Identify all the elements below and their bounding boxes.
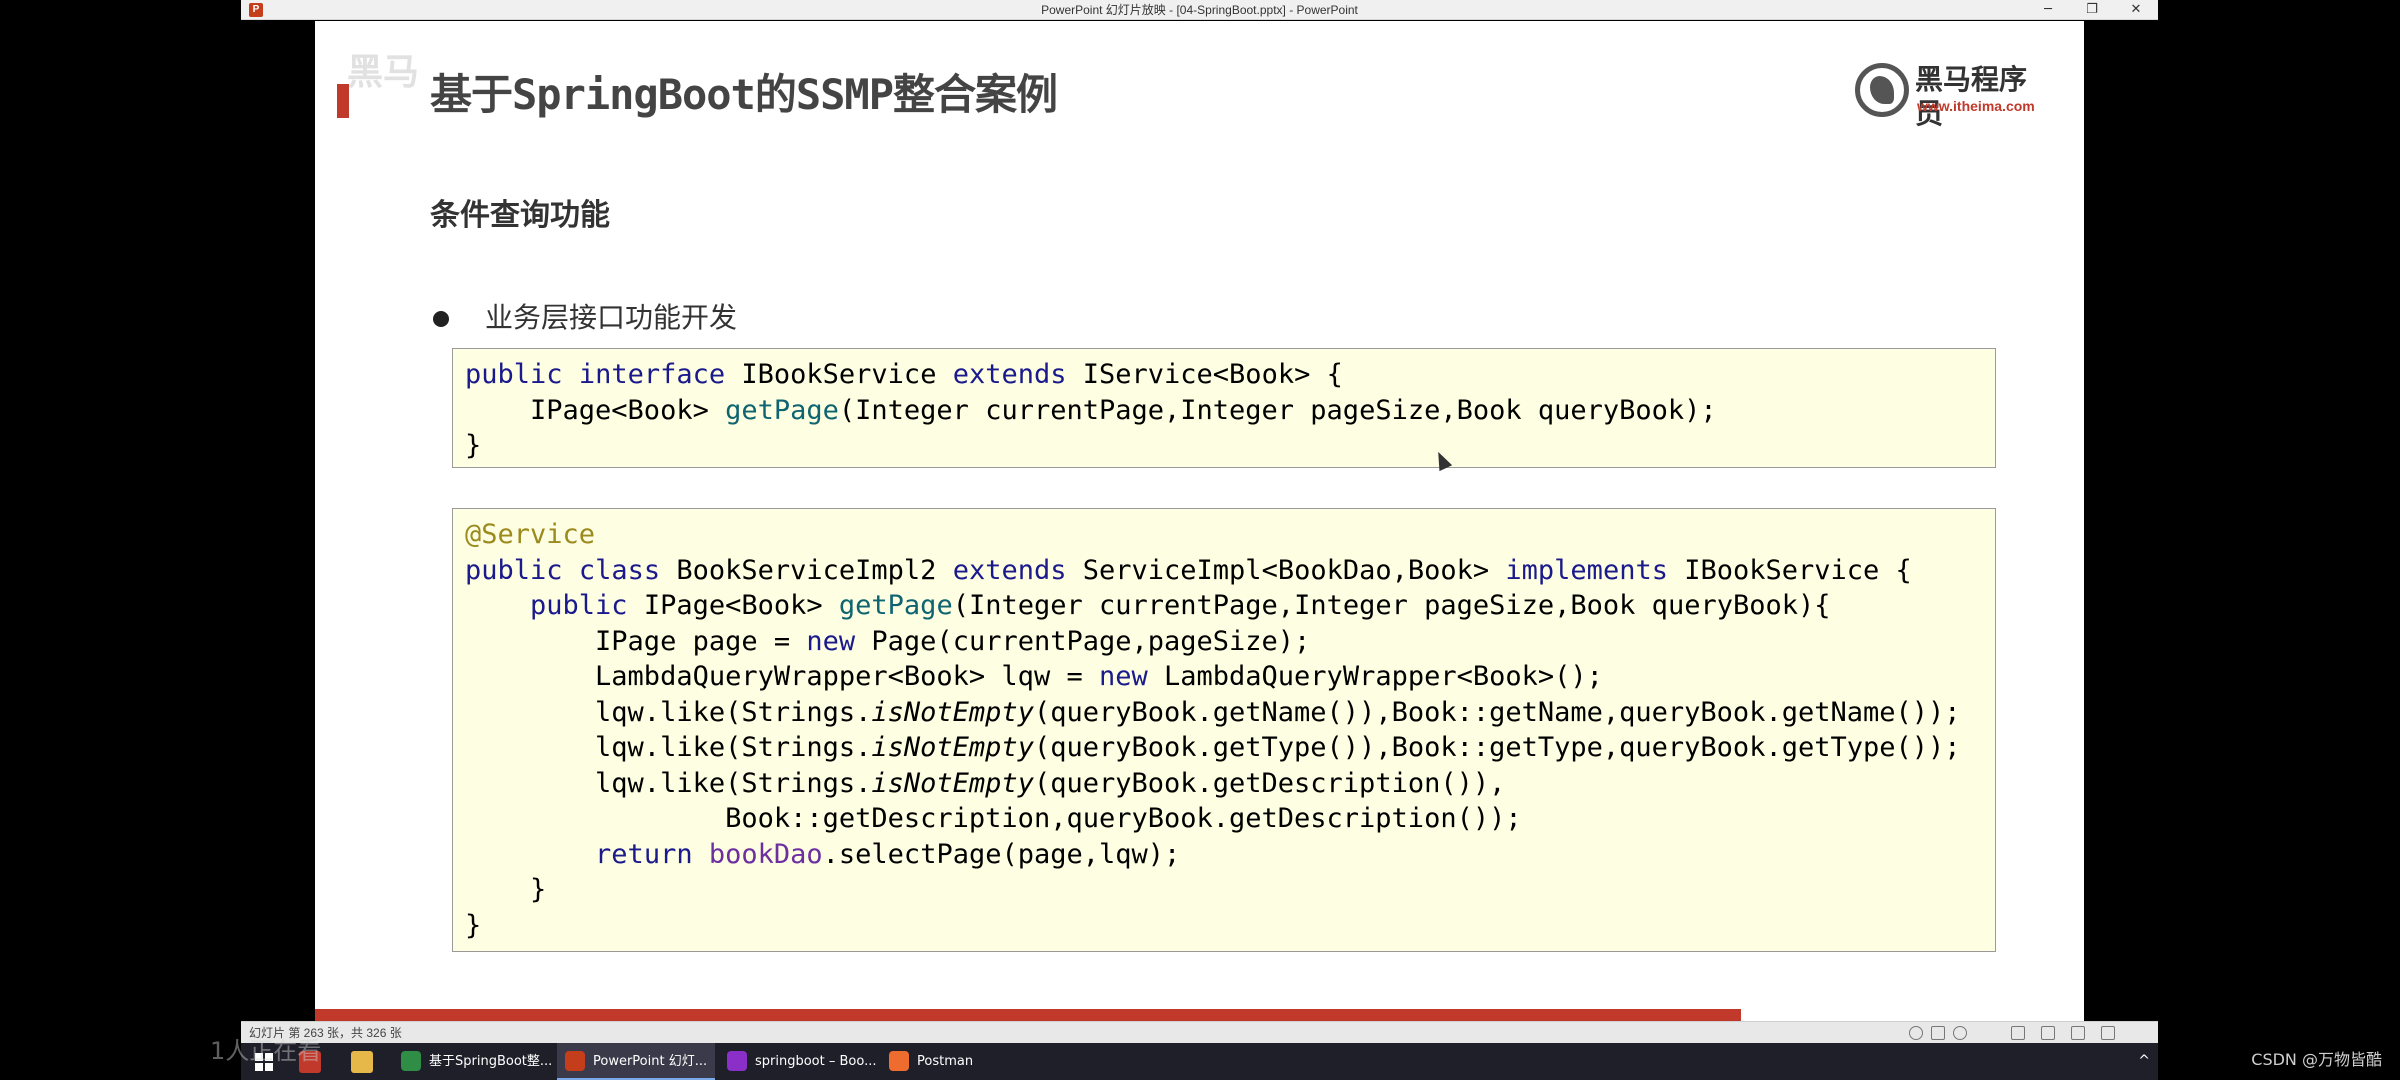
bullet-dot-icon	[433, 311, 449, 327]
taskbar-app-intellij[interactable]: springboot – Boo...	[719, 1043, 877, 1080]
taskbar-app-label: springboot – Boo...	[755, 1054, 877, 1069]
slideshow-stage[interactable]: 黑马 基于SpringBoot的SSMP整合案例 黑马程序员 www.ithei…	[241, 21, 2158, 1021]
title-bar: P PowerPoint 幻灯片放映 - [04-SpringBoot.pptx…	[241, 0, 2158, 20]
csdn-watermark: CSDN @万物皆酷	[2251, 1050, 2382, 1069]
previous-slide-icon[interactable]	[1909, 1026, 1923, 1040]
slideshow-view-icon[interactable]	[2101, 1026, 2115, 1040]
live-viewer-overlay: 1人正在看	[210, 1037, 322, 1065]
taskbar-app-label: 基于SpringBoot整...	[429, 1054, 551, 1069]
code-line: }	[465, 909, 482, 941]
code-line: @Service	[465, 519, 596, 550]
reading-view-icon[interactable]	[2071, 1026, 2085, 1040]
tray-chevron-icon[interactable]: ^	[2138, 1043, 2150, 1080]
slide-sorter-icon[interactable]	[2041, 1026, 2055, 1040]
code-line: public interface IBookService extends IS…	[465, 359, 1343, 390]
code-line: lqw.like(Strings.isNotEmpty(queryBook.ge…	[465, 732, 1961, 763]
slide-progress-bar	[315, 1009, 1741, 1021]
taskbar-app-label: PowerPoint 幻灯...	[593, 1054, 708, 1069]
restore-button[interactable]: ❐	[2070, 0, 2114, 20]
taskbar-app-powerpoint[interactable]: PowerPoint 幻灯...	[557, 1043, 715, 1080]
intellij-icon	[727, 1051, 747, 1071]
code-line: LambdaQueryWrapper<Book> lqw = new Lambd…	[465, 661, 1603, 692]
interface-code-block: public interface IBookService extends IS…	[452, 348, 1996, 468]
code-line: lqw.like(Strings.isNotEmpty(queryBook.ge…	[465, 767, 1506, 799]
taskbar-app-postman[interactable]: Postman	[881, 1043, 1021, 1080]
taskbar-app-label: Postman	[917, 1054, 974, 1069]
slide[interactable]: 黑马 基于SpringBoot的SSMP整合案例 黑马程序员 www.ithei…	[315, 21, 2084, 1021]
powerpoint-icon	[565, 1051, 585, 1071]
status-bar: 幻灯片 第 263 张，共 326 张	[241, 1021, 2158, 1043]
horse-logo-icon	[1855, 63, 1909, 117]
code-line: }	[465, 874, 547, 905]
code-line: IPage page = new Page(currentPage,pageSi…	[465, 625, 1311, 657]
taskbar: 基于SpringBoot整... PowerPoint 幻灯... spring…	[241, 1043, 2158, 1080]
minimize-button[interactable]: ─	[2026, 0, 2070, 20]
slide-progress-track	[1748, 1009, 2084, 1021]
section-title: 条件查询功能	[430, 198, 610, 233]
watermark: 黑马	[347, 52, 420, 93]
code-line: return bookDao.selectPage(page,lqw);	[595, 838, 1181, 870]
close-button[interactable]: ✕	[2114, 0, 2158, 20]
code-line: public class BookServiceImpl2 extends Se…	[465, 554, 1912, 586]
code-line: }	[465, 430, 482, 461]
taskbar-app-chrome[interactable]: 基于SpringBoot整...	[393, 1043, 551, 1080]
normal-view-icon[interactable]	[2011, 1026, 2025, 1040]
powerpoint-window: P PowerPoint 幻灯片放映 - [04-SpringBoot.pptx…	[241, 0, 2158, 1043]
next-slide-icon[interactable]	[1953, 1026, 1967, 1040]
menu-icon[interactable]	[1931, 1026, 1945, 1040]
logo-url: www.itheima.com	[1917, 98, 2035, 114]
chrome-icon	[401, 1051, 421, 1071]
code-line: public IPage<Book> getPage(Integer curre…	[530, 590, 1831, 621]
postman-icon	[889, 1051, 909, 1071]
code-line: IPage<Book> getPage(Integer currentPage,…	[465, 394, 1717, 426]
code-line: lqw.like(Strings.isNotEmpty(queryBook.ge…	[465, 696, 1961, 728]
itheima-logo: 黑马程序员 www.itheima.com	[1855, 61, 2045, 130]
file-explorer-icon[interactable]	[351, 1051, 373, 1073]
title-accent-bar	[337, 84, 349, 118]
slide-title: 基于SpringBoot的SSMP整合案例	[430, 70, 1058, 119]
window-title: PowerPoint 幻灯片放映 - [04-SpringBoot.pptx] …	[1041, 3, 1358, 17]
impl-code-block: @Service public class BookServiceImpl2 ex…	[452, 508, 1996, 952]
code-line: Book::getDescription,queryBook.getDescri…	[465, 803, 1522, 834]
bullet-text: 业务层接口功能开发	[485, 301, 738, 334]
